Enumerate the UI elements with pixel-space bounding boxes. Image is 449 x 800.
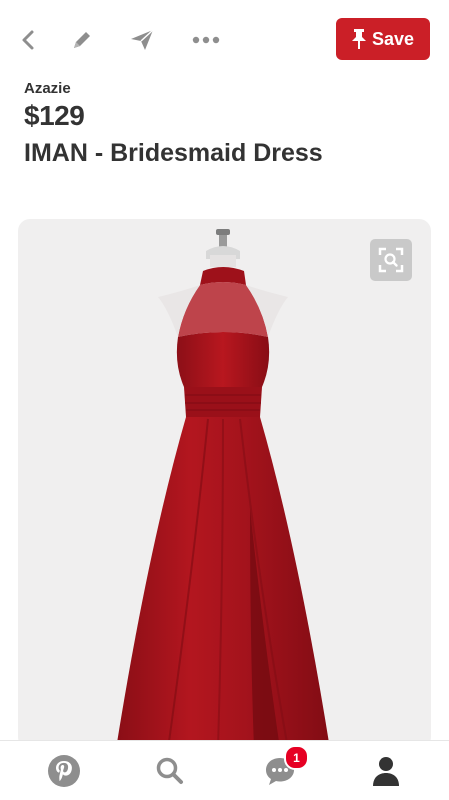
save-button[interactable]: Save <box>336 18 430 60</box>
pin-title: IMAN - Bridesmaid Dress <box>24 139 323 167</box>
nav-search[interactable] <box>150 751 190 791</box>
search-icon <box>156 757 183 784</box>
pin-price: $129 <box>24 100 85 131</box>
more-button[interactable] <box>190 24 222 56</box>
nav-profile[interactable] <box>366 751 406 791</box>
nav-home[interactable] <box>44 751 84 791</box>
dress-photo <box>116 229 330 749</box>
pushpin-icon <box>351 29 366 49</box>
pencil-icon <box>74 32 90 48</box>
profile-icon <box>373 757 399 786</box>
pin-detail-page: Save Azazie $129 IMAN - Bridesmaid Dress <box>0 0 449 800</box>
send-button[interactable] <box>126 24 158 56</box>
top-bar: Save <box>0 0 449 76</box>
notification-badge: 1 <box>284 745 309 770</box>
chevron-left-icon <box>22 30 34 50</box>
pin-image[interactable] <box>18 219 431 749</box>
bottom-navigation: 1 <box>0 740 449 800</box>
edit-button[interactable] <box>66 24 98 56</box>
nav-messages[interactable]: 1 <box>260 745 309 791</box>
visual-search-icon <box>378 247 404 273</box>
pinterest-logo-icon <box>48 755 80 787</box>
send-icon <box>131 29 154 50</box>
save-label: Save <box>371 28 415 49</box>
pin-source[interactable]: Azazie <box>24 80 71 97</box>
visual-search-button[interactable] <box>370 239 412 281</box>
more-dots-icon <box>192 36 220 44</box>
back-button[interactable] <box>12 24 44 56</box>
